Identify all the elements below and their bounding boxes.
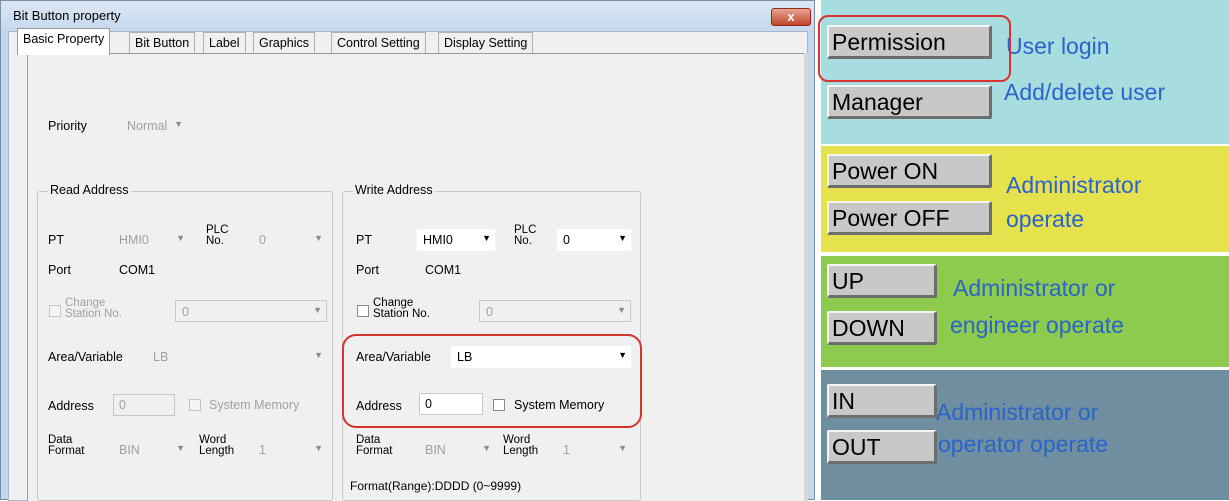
vertical-scrollbar[interactable]	[804, 53, 808, 501]
read-address-input[interactable]: 0	[113, 394, 175, 416]
read-change-station-checkbox[interactable]	[49, 305, 61, 317]
hmi-section-power: Power ON Power OFF Administrator operate	[821, 146, 1229, 252]
read-data-format-label: Data Format	[48, 434, 85, 457]
read-address-label: Address	[48, 399, 94, 413]
chevron-down-icon: ▼	[618, 233, 627, 243]
tab-graphics[interactable]: Graphics	[253, 32, 316, 54]
motion-desc-line1: Administrator or	[953, 275, 1116, 301]
write-plc-value: 0	[563, 233, 570, 247]
write-port-label: Port	[356, 263, 379, 277]
write-area-highlight	[342, 334, 642, 428]
read-change-station-select[interactable]: 0 ▼	[175, 300, 327, 322]
power-desc-line2: operate	[1006, 206, 1085, 232]
out-button[interactable]: OUT	[827, 430, 937, 464]
priority-value: Normal	[127, 119, 168, 133]
read-plc-value: 0	[259, 233, 266, 247]
read-pt-value: HMI0	[119, 233, 149, 247]
read-word-length-label: Word Length	[199, 434, 235, 457]
in-button[interactable]: IN	[827, 384, 937, 418]
write-data-format-label: Data Format	[356, 434, 393, 457]
power-on-button[interactable]: Power ON	[827, 154, 992, 188]
read-area-select[interactable]: LB ▼	[147, 346, 327, 368]
write-address-title: Write Address	[353, 183, 435, 197]
hmi-section-motion: UP DOWN Administrator or engineer operat…	[821, 256, 1229, 367]
write-plc-label: PLC No.	[514, 224, 537, 247]
tab-bit-button[interactable]: Bit Button	[129, 32, 196, 54]
write-word-length-label: Word Length	[503, 434, 539, 457]
up-button[interactable]: UP	[827, 264, 937, 298]
read-area-value: LB	[153, 350, 169, 364]
read-plc-select[interactable]: 0 ▼	[253, 229, 327, 251]
close-button[interactable]: x	[771, 8, 811, 26]
chevron-down-icon: ▼	[482, 233, 491, 243]
read-port-label: Port	[48, 263, 71, 277]
hmi-section-io: IN OUT Administrator or operator operate	[821, 370, 1229, 500]
write-pt-label: PT	[356, 233, 372, 247]
user-login-desc: User login	[1006, 33, 1110, 59]
write-word-length-select[interactable]: 1 ▼	[557, 439, 631, 461]
read-word-length-value: 1	[259, 443, 266, 457]
bit-button-property-dialog: Bit Button property x Basic Property Bit…	[0, 0, 815, 501]
read-word-length-select[interactable]: 1 ▼	[253, 439, 327, 461]
read-system-memory-label: System Memory	[209, 398, 300, 412]
write-change-station-label: Change Station No.	[373, 297, 430, 320]
close-icon: x	[787, 9, 795, 24]
title-bar[interactable]: Bit Button property x	[1, 1, 814, 31]
write-word-length-value: 1	[563, 443, 570, 457]
chevron-down-icon: ▼	[176, 233, 185, 243]
write-change-station-value: 0	[486, 305, 493, 319]
read-change-station-value: 0	[182, 305, 189, 319]
read-system-memory-checkbox[interactable]	[189, 399, 201, 411]
chevron-down-icon: ▼	[314, 443, 323, 453]
chevron-down-icon: ▼	[617, 305, 626, 315]
write-plc-select[interactable]: 0 ▼	[557, 229, 631, 251]
hmi-screen-panel: Permission Manager User login Add/delete…	[817, 0, 1229, 500]
power-desc-line1: Administrator	[1006, 172, 1142, 198]
write-port-value: COM1	[425, 263, 462, 277]
read-port-value: COM1	[119, 263, 156, 277]
chevron-down-icon: ▼	[482, 443, 491, 453]
hmi-section-user: Permission Manager User login Add/delete…	[818, 0, 1229, 144]
write-pt-value: HMI0	[423, 233, 453, 247]
chevron-down-icon: ▼	[176, 443, 185, 453]
write-data-format-value: BIN	[425, 443, 446, 457]
read-change-station-label: Change Station No.	[65, 297, 122, 320]
motion-desc-line2: engineer operate	[950, 312, 1124, 338]
write-data-format-select[interactable]: BIN ▼	[419, 439, 495, 461]
write-change-station-checkbox[interactable]	[357, 305, 369, 317]
tab-display-setting[interactable]: Display Setting	[438, 32, 534, 54]
tab-label[interactable]: Label	[203, 32, 246, 54]
io-desc-line1: Administrator or	[936, 399, 1099, 425]
read-data-format-value: BIN	[119, 443, 140, 457]
tab-basic-property[interactable]: Basic Property	[17, 28, 111, 55]
add-delete-user-desc: Add/delete user	[1004, 79, 1166, 105]
power-off-button[interactable]: Power OFF	[827, 201, 992, 235]
write-change-station-select[interactable]: 0 ▼	[479, 300, 631, 322]
read-pt-label: PT	[48, 233, 64, 247]
read-pt-select[interactable]: HMI0 ▼	[113, 229, 189, 251]
priority-select[interactable]: Normal ▼	[121, 115, 187, 137]
chevron-down-icon: ▼	[618, 443, 627, 453]
read-address-title: Read Address	[48, 183, 131, 197]
manager-button[interactable]: Manager	[827, 85, 992, 119]
chevron-down-icon: ▼	[313, 305, 322, 315]
chevron-down-icon: ▼	[174, 119, 183, 129]
dialog-title: Bit Button property	[13, 8, 121, 23]
down-button[interactable]: DOWN	[827, 311, 937, 345]
tab-control-setting[interactable]: Control Setting	[331, 32, 426, 54]
chevron-down-icon: ▼	[314, 350, 323, 360]
write-pt-select[interactable]: HMI0 ▼	[417, 229, 495, 251]
read-area-label: Area/Variable	[48, 350, 123, 364]
read-data-format-select[interactable]: BIN ▼	[113, 439, 189, 461]
write-format-range: Format(Range):DDDD (0~9999)	[350, 479, 522, 493]
io-desc-line2: operator operate	[938, 431, 1109, 457]
priority-label: Priority	[48, 119, 87, 133]
permission-highlight	[818, 15, 1011, 82]
chevron-down-icon: ▼	[314, 233, 323, 243]
read-plc-label: PLC No.	[206, 224, 229, 247]
